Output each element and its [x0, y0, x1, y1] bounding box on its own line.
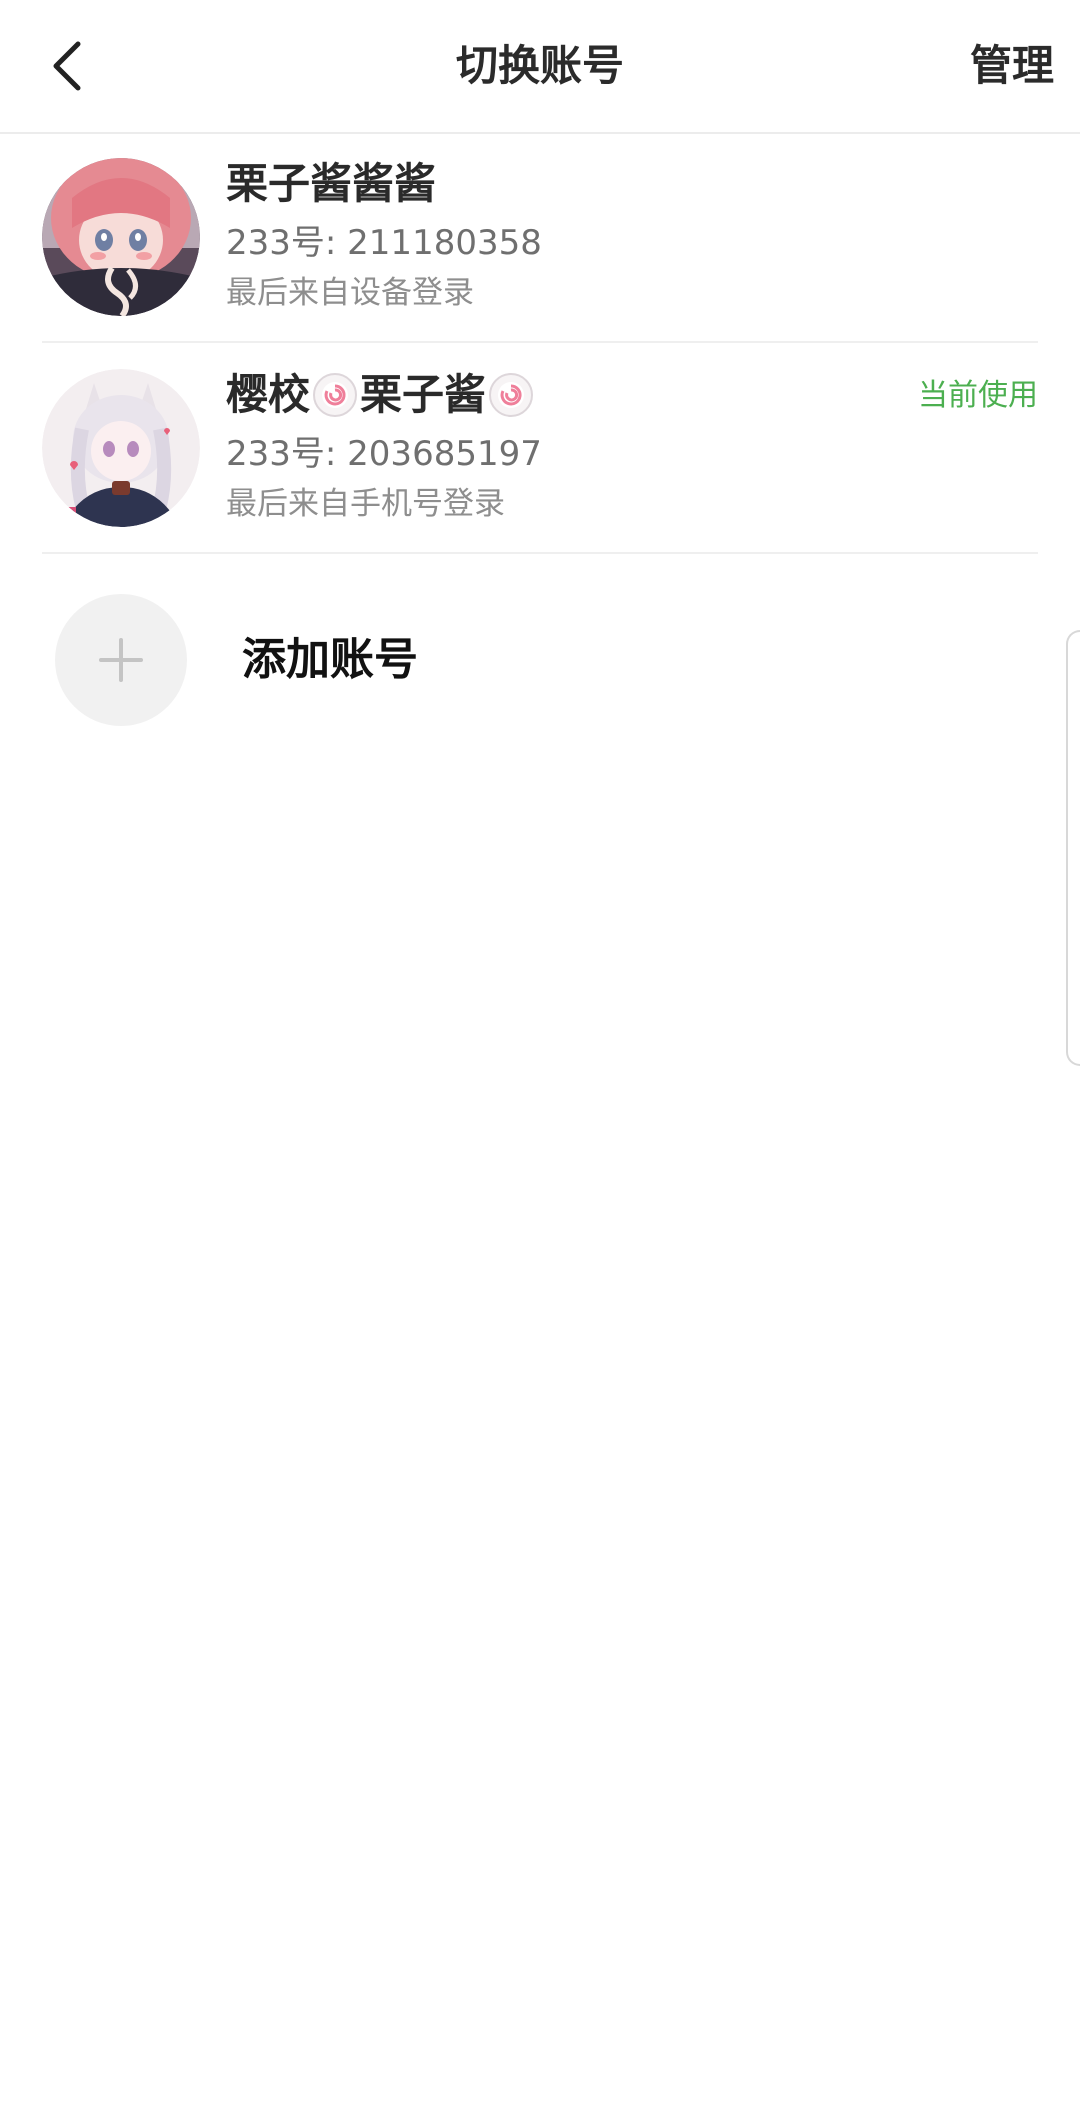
current-account-badge: 当前使用: [918, 378, 1038, 413]
account-id-label: 233号:: [226, 434, 348, 474]
account-id: 233号: 203685197: [226, 429, 542, 479]
add-account-circle: [55, 594, 187, 726]
divider: [42, 552, 1038, 554]
account-item[interactable]: 樱校 栗子酱 当前使用 233号: 203685197 最后来自手机号登录: [0, 345, 1080, 553]
account-item[interactable]: 栗子酱酱酱 233号: 211180358 最后来自设备登录: [0, 134, 1080, 342]
account-name-part: 樱校: [226, 370, 311, 419]
avatar: [42, 369, 200, 527]
last-login-info: 最后来自手机号登录: [226, 486, 505, 522]
plus-icon: [99, 638, 143, 682]
account-name: 栗子酱酱酱: [226, 159, 437, 208]
account-id-label: 233号:: [226, 223, 348, 263]
last-login-info: 最后来自设备登录: [226, 275, 474, 311]
candy-emoji-icon: [489, 373, 534, 417]
avatar-image-icon: [42, 369, 200, 527]
account-name: 樱校 栗子酱: [226, 365, 536, 425]
avatar-image-icon: [42, 158, 200, 316]
avatar: [42, 158, 200, 316]
divider: [42, 341, 1038, 343]
candy-emoji-icon: [313, 373, 358, 417]
account-name-part: 栗子酱: [360, 370, 487, 419]
account-id: 233号: 211180358: [226, 218, 542, 268]
account-id-value: 203685197: [347, 434, 542, 474]
manage-button[interactable]: 管理: [970, 34, 1054, 98]
top-app-bar: 切换账号 管理: [0, 0, 1080, 134]
add-account-button[interactable]: 添加账号: [0, 580, 1080, 740]
account-id-value: 211180358: [347, 223, 542, 263]
add-account-label: 添加账号: [242, 634, 418, 685]
page-title: 切换账号: [455, 41, 624, 90]
edge-panel-handle[interactable]: [1066, 630, 1080, 1066]
